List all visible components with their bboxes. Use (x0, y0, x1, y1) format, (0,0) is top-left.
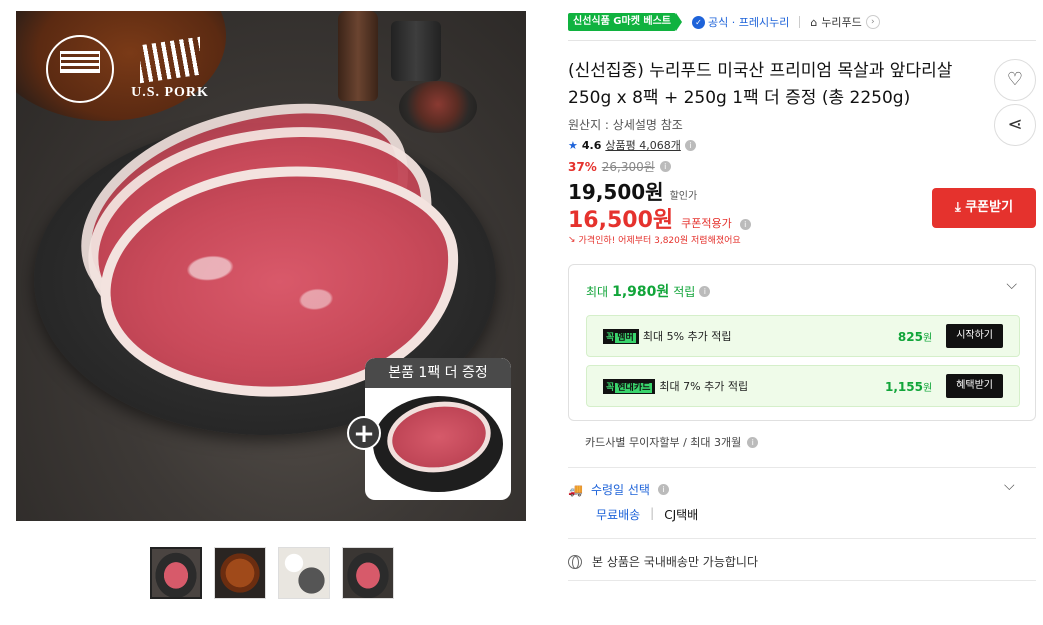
reward-row-member: 꼭 멤버 최대 5% 추가 적립 825원 시작하기 (586, 315, 1020, 357)
smile-club-tag: 꼭 멤버 (603, 328, 639, 344)
star-icon: ★ (568, 138, 578, 152)
origin-info: 원산지 : 상세설명 참조 (568, 118, 683, 132)
bonus-pack-card: 본품 1팩 더 증정 (365, 358, 511, 500)
bonus-pack-label: 본품 1팩 더 증정 (365, 358, 511, 388)
smile-card-tag: 꼭 현대카드 (603, 378, 656, 394)
review-link[interactable]: 상품평 4,068개 (605, 137, 680, 153)
info-icon[interactable]: i (684, 139, 696, 151)
reward-header[interactable]: 최대 1,980원 적립 i (586, 281, 711, 301)
product-main-image[interactable]: U.S. PORK 본품 1팩 더 증정 + (16, 11, 526, 521)
coupon-price-row: 16,500원 쿠폰적용가 i (568, 202, 751, 234)
usmeat-logo (46, 35, 114, 103)
sale-price-row: 19,500원 할인가 (568, 180, 698, 204)
chevron-down-icon[interactable]: ⌵ (1006, 277, 1017, 293)
badge-row: 신선식품 G마켓 베스트 ✓ 공식 · 프레시누리 ⌂ 누리푸드 › (568, 13, 880, 31)
official-store-link[interactable]: ✓ 공식 · 프레시누리 (691, 14, 789, 30)
download-icon: ⤓ (954, 200, 961, 215)
home-icon: ⌂ (810, 15, 818, 29)
share-icon[interactable]: ⋖ (994, 104, 1036, 146)
chevron-right-icon: › (865, 15, 880, 29)
truck-icon: 🚚 (568, 482, 583, 497)
heart-icon[interactable]: ♡ (994, 59, 1036, 101)
reward-row-card: 꼭 현대카드 최대 7% 추가 적립 1,155원 혜택받기 (586, 365, 1020, 407)
info-icon[interactable]: i (739, 219, 751, 230)
info-icon[interactable]: i (699, 285, 711, 297)
info-icon[interactable]: i (659, 161, 671, 172)
info-icon[interactable]: i (657, 484, 669, 495)
uspork-logo: U.S. PORK (124, 36, 216, 101)
peppercorn-dish-decor (399, 81, 477, 133)
seller-link[interactable]: ⌂ 누리푸드 › (810, 14, 880, 30)
thumbnail-2[interactable] (214, 547, 266, 599)
thumbnail-3[interactable] (278, 547, 330, 599)
chevron-down-icon[interactable]: ⌵ (1004, 478, 1015, 494)
start-button[interactable]: 시작하기 (946, 324, 1003, 348)
discount-row: 37% 26,300원 i (568, 158, 671, 175)
reward-box: 최대 1,980원 적립 i ⌵ 꼭 멤버 최대 5% 추가 적립 825원 시작… (568, 264, 1036, 421)
best-badge[interactable]: 신선식품 G마켓 베스트 (568, 13, 682, 31)
rating: ★ 4.6 상품평 4,068개 i (568, 137, 696, 153)
thumbnail-4[interactable] (342, 547, 394, 599)
thumbnail-1[interactable] (150, 547, 202, 599)
price-drop-notice: ↘ 가격인하! 어제부터 3,820원 저렴해졌어요 (568, 234, 741, 247)
globe-icon (568, 554, 582, 569)
thumbnail-strip (150, 547, 394, 599)
benefit-button[interactable]: 혜택받기 (946, 374, 1003, 398)
coupon-button[interactable]: ⤓ 쿠폰받기 (932, 188, 1036, 228)
plus-icon: + (347, 416, 381, 450)
delivery-date-selector[interactable]: 🚚 수령일 선택 i (568, 481, 669, 498)
product-title: (신선집중) 누리푸드 미국산 프리미엄 목살과 앞다리살 250g x 8팩 … (568, 61, 953, 108)
spice-jar-decor (391, 21, 441, 81)
domestic-shipping-notice: 본 상품은 국내배송만 가능합니다 (568, 553, 758, 570)
pepper-grinder-decor (338, 11, 378, 101)
verified-icon: ✓ (691, 15, 705, 29)
installment-info: 카드사별 무이자할부 / 최대 3개월 i (585, 434, 759, 450)
arrow-down-icon: ↘ (568, 234, 576, 245)
shipping-details: 무료배송 | CJ택배 (596, 506, 699, 522)
info-icon[interactable]: i (747, 436, 759, 448)
